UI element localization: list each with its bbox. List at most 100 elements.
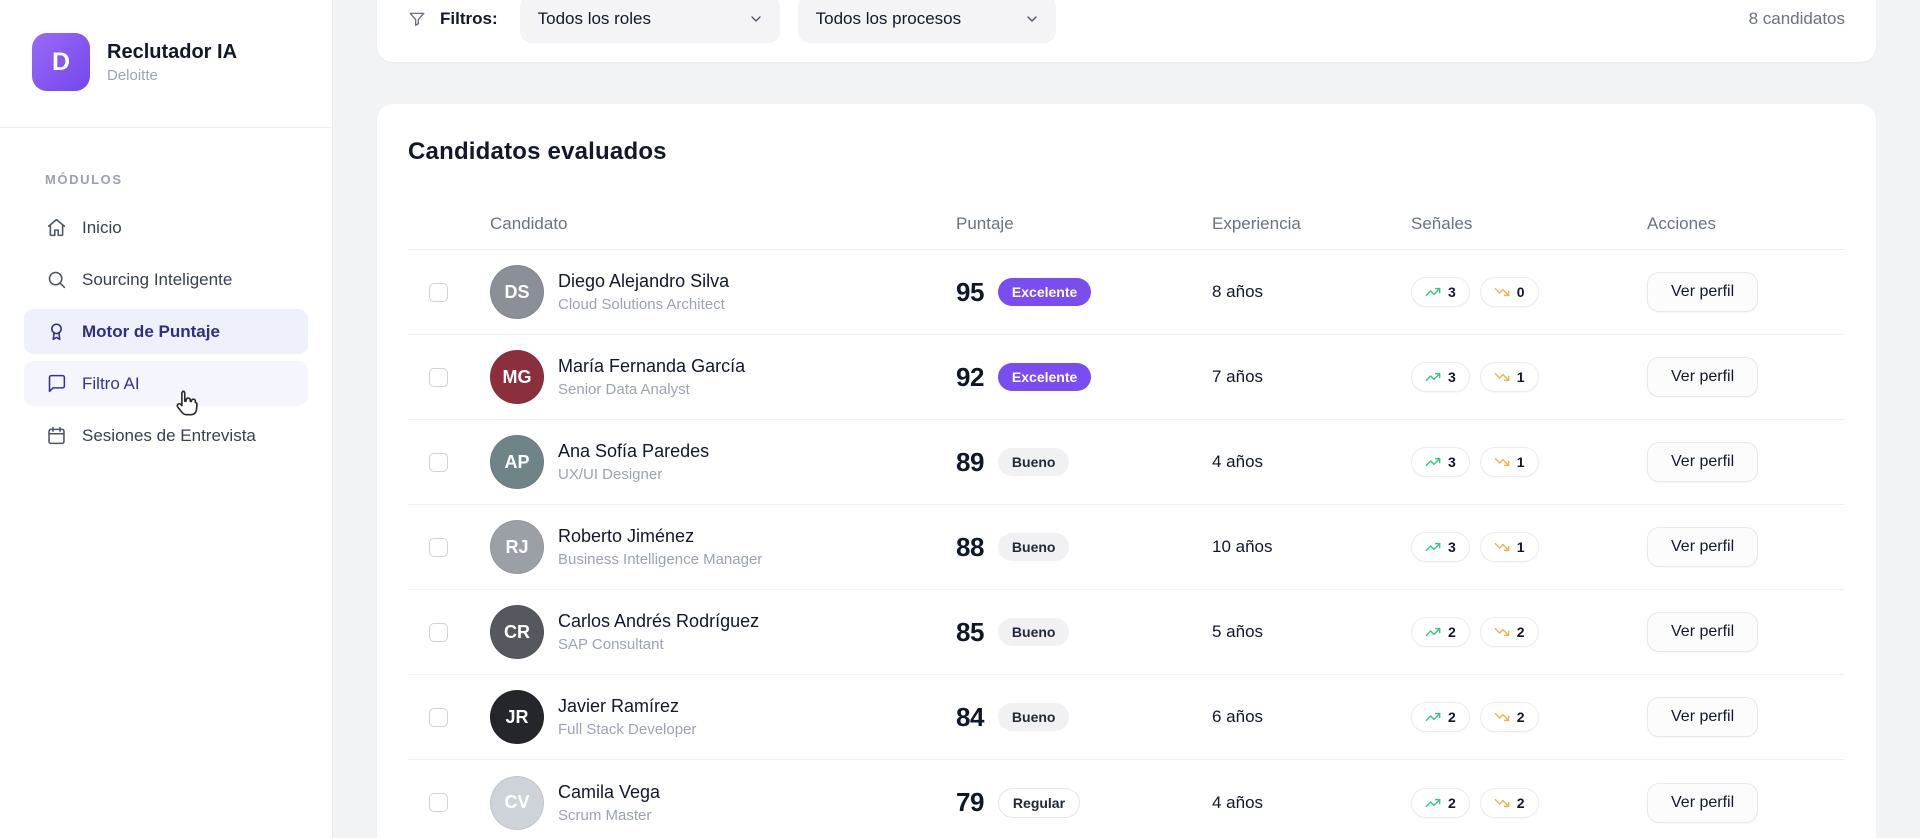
chat-icon — [45, 373, 67, 395]
view-profile-button[interactable]: Ver perfil — [1647, 697, 1759, 737]
view-profile-button[interactable]: Ver perfil — [1647, 527, 1759, 567]
candidate-name: Roberto Jiménez — [558, 526, 695, 546]
sidebar-item-filtro-ai[interactable]: Filtro AI — [24, 361, 308, 406]
filter-bar: Filtros: Todos los roles Todos los proce… — [377, 0, 1876, 62]
trending-up-icon — [1425, 457, 1441, 467]
col-senales: Señales — [1411, 213, 1473, 233]
brand: D Reclutador IA Deloitte — [0, 0, 332, 128]
signal-down-chip: 0 — [1479, 277, 1539, 307]
table-row: RJ Roberto Jiménez Business Intelligence… — [408, 505, 1845, 590]
view-profile-button[interactable]: Ver perfil — [1647, 612, 1759, 652]
candidate-name: Ana Sofía Paredes — [558, 441, 710, 461]
table-row: DS Diego Alejandro Silva Cloud Solutions… — [408, 250, 1845, 335]
signal-down-count: 1 — [1516, 539, 1525, 555]
avatar: RJ — [490, 520, 544, 574]
signal-down-chip: 2 — [1479, 787, 1539, 818]
signal-up-count: 3 — [1448, 454, 1456, 470]
sidebar-item-label: Sourcing Inteligente — [82, 269, 233, 289]
score-badge: Bueno — [997, 533, 1070, 561]
trending-up-icon — [1425, 798, 1441, 807]
signal-up-chip: 3 — [1411, 447, 1470, 477]
score-badge: Regular — [997, 787, 1081, 818]
signal-down-count: 1 — [1516, 369, 1525, 385]
signal-up-count: 2 — [1448, 794, 1456, 811]
signal-down-chip: 2 — [1479, 702, 1539, 732]
org-name: Deloitte — [107, 66, 158, 84]
candidate-name: Carlos Andrés Rodríguez — [558, 611, 760, 631]
candidate-role: Cloud Solutions Architect — [558, 296, 725, 313]
sidebar-item-sesiones-de-entrevista[interactable]: Sesiones de Entrevista — [24, 413, 308, 458]
signal-down-count: 0 — [1516, 284, 1525, 300]
experience-value: 7 años — [1212, 367, 1264, 386]
score-badge: Excelente — [997, 363, 1092, 391]
chevron-down-icon — [750, 16, 761, 22]
trending-up-icon — [1425, 372, 1441, 382]
avatar: DS — [490, 265, 544, 319]
sidebar-item-label: Motor de Puntaje — [82, 321, 220, 341]
score-badge: Excelente — [997, 278, 1092, 306]
row-checkbox[interactable] — [429, 537, 448, 557]
col-acciones: Acciones — [1647, 213, 1716, 233]
signal-up-count: 3 — [1448, 539, 1456, 555]
table-body: DS Diego Alejandro Silva Cloud Solutions… — [408, 250, 1845, 838]
calendar-icon — [45, 425, 67, 447]
col-experiencia: Experiencia — [1212, 213, 1301, 233]
experience-value: 4 años — [1212, 792, 1264, 812]
sidebar-item-sourcing-inteligente[interactable]: Sourcing Inteligente — [24, 257, 308, 302]
experience-value: 10 años — [1212, 537, 1273, 556]
sidebar-item-label: Filtro AI — [82, 373, 140, 393]
sidebar-items: Inicio Sourcing Inteligente Motor de Pun… — [24, 205, 308, 458]
row-checkbox[interactable] — [429, 452, 448, 472]
sidebar: D Reclutador IA Deloitte MÓDULOS Inicio … — [0, 0, 333, 838]
row-checkbox[interactable] — [429, 707, 448, 727]
view-profile-button[interactable]: Ver perfil — [1647, 272, 1759, 312]
score-value: 84 — [956, 701, 984, 732]
view-profile-button[interactable]: Ver perfil — [1647, 782, 1759, 823]
trending-down-icon — [1494, 457, 1510, 467]
candidate-role: SAP Consultant — [558, 636, 664, 653]
avatar: JR — [490, 690, 544, 744]
sidebar-item-label: Inicio — [82, 217, 122, 237]
trending-down-icon — [1494, 372, 1510, 382]
candidate-name: Camila Vega — [558, 781, 661, 802]
signal-up-count: 2 — [1448, 624, 1456, 640]
award-icon — [45, 321, 67, 343]
trending-up-icon — [1425, 287, 1441, 297]
candidate-role: UX/UI Designer — [558, 466, 663, 483]
signal-up-chip: 2 — [1411, 702, 1470, 732]
app-name: Reclutador IA — [107, 40, 238, 63]
process-filter-dropdown[interactable]: Todos los procesos — [797, 0, 1056, 43]
score-value: 89 — [956, 446, 984, 477]
view-profile-button[interactable]: Ver perfil — [1647, 442, 1759, 482]
trending-down-icon — [1494, 712, 1510, 722]
col-candidato: Candidato — [490, 213, 568, 233]
row-checkbox[interactable] — [429, 793, 448, 812]
experience-value: 4 años — [1212, 452, 1264, 471]
table-row: CV Camila Vega Scrum Master 79 Regular 4… — [408, 760, 1845, 838]
score-value: 88 — [956, 531, 984, 562]
row-checkbox[interactable] — [429, 367, 448, 387]
candidate-name: Diego Alejandro Silva — [558, 271, 730, 291]
role-filter-dropdown[interactable]: Todos los roles — [519, 0, 780, 43]
sidebar-item-inicio[interactable]: Inicio — [24, 205, 308, 250]
signal-up-count: 2 — [1448, 709, 1456, 725]
table-header: Candidato Puntaje Experiencia Señales Ac… — [408, 198, 1845, 250]
avatar: AP — [490, 435, 544, 489]
candidates-card: Candidatos evaluados Candidato Puntaje E… — [377, 104, 1876, 838]
page-title: Candidatos evaluados — [408, 138, 667, 165]
signal-down-chip: 1 — [1479, 447, 1539, 477]
sidebar-item-motor-de-puntaje[interactable]: Motor de Puntaje — [24, 309, 308, 354]
score-value: 85 — [956, 616, 984, 647]
nav-section-label: MÓDULOS — [45, 172, 123, 187]
signal-up-count: 3 — [1448, 284, 1456, 300]
chevron-down-icon — [1026, 16, 1037, 22]
avatar: CV — [490, 775, 544, 830]
score-badge: Bueno — [997, 703, 1070, 731]
row-checkbox[interactable] — [429, 622, 448, 642]
row-checkbox[interactable] — [429, 282, 448, 302]
trending-down-icon — [1494, 627, 1510, 637]
signal-up-chip: 2 — [1411, 617, 1470, 647]
avatar: CR — [490, 605, 544, 659]
view-profile-button[interactable]: Ver perfil — [1647, 357, 1759, 397]
filters-label: Filtros: — [440, 9, 498, 28]
